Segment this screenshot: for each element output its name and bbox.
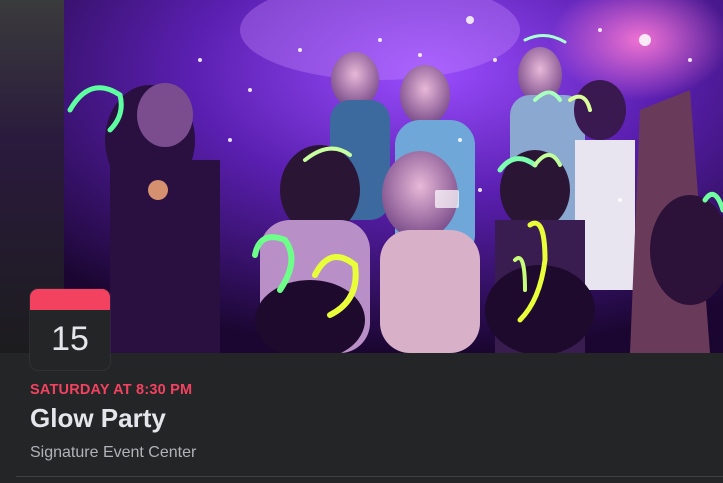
date-badge: 15 — [30, 289, 110, 370]
date-badge-header — [30, 289, 110, 310]
event-date-time: SATURDAY AT 8:30 PM — [30, 382, 193, 398]
event-venue[interactable]: Signature Event Center — [30, 444, 196, 462]
event-title[interactable]: Glow Party — [30, 403, 166, 434]
date-badge-day: 15 — [51, 320, 89, 358]
divider — [16, 476, 723, 477]
event-card[interactable]: 15 SATURDAY AT 8:30 PM Glow Party Signat… — [0, 0, 723, 483]
